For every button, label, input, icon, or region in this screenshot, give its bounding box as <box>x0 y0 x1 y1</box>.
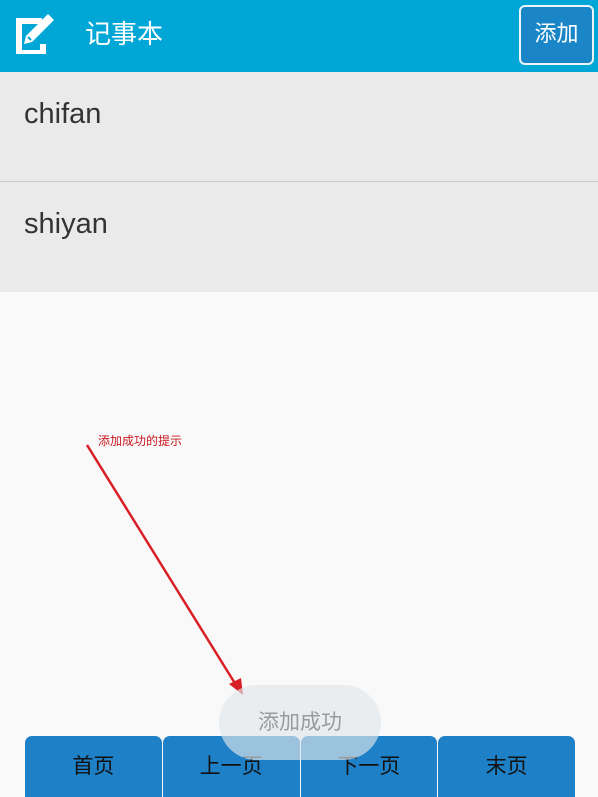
list-item[interactable]: chifan <box>0 72 598 182</box>
note-list: chifan shiyan <box>0 72 598 292</box>
add-button[interactable]: 添加 <box>519 5 594 65</box>
toast-message: 添加成功 <box>219 685 381 760</box>
list-item[interactable]: shiyan <box>0 182 598 292</box>
note-pencil-icon <box>16 14 54 54</box>
last-page-button[interactable]: 末页 <box>438 736 575 797</box>
note-title: shiyan <box>24 208 108 240</box>
note-title: chifan <box>24 98 102 130</box>
app-title: 记事本 <box>85 20 164 50</box>
first-page-button[interactable]: 首页 <box>25 736 162 797</box>
app-bar: 记事本 添加 <box>0 0 598 72</box>
annotation-label: 添加成功的提示 <box>98 434 183 448</box>
